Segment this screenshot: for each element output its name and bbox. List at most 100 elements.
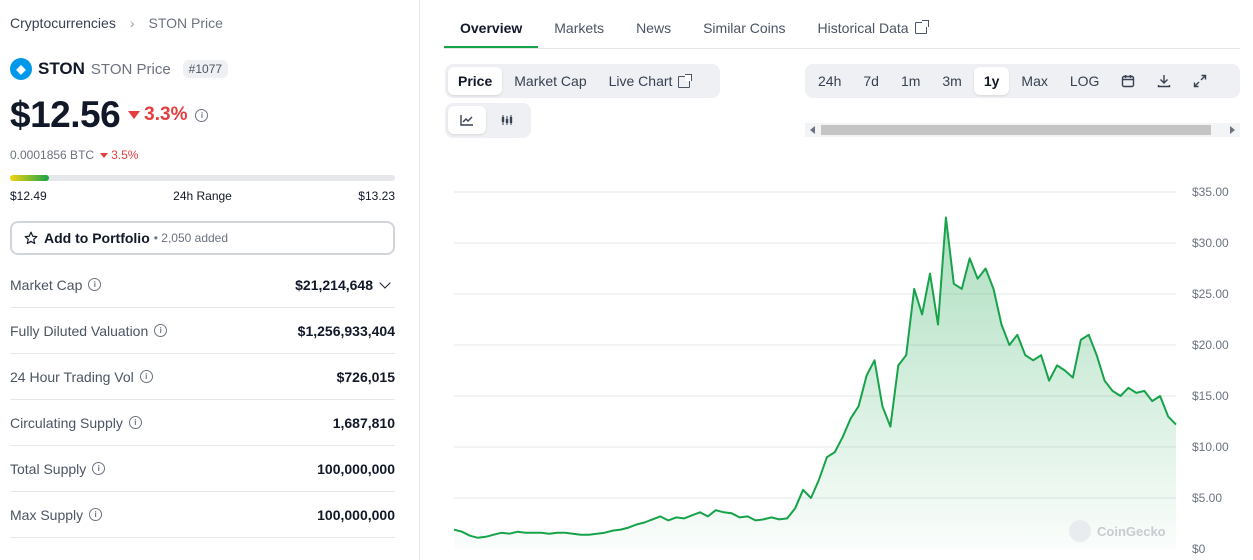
ston-logo-icon: ◆ <box>10 58 32 80</box>
scroll-left-arrow-icon[interactable] <box>810 126 815 134</box>
tab-overview[interactable]: Overview <box>444 10 539 48</box>
stat-value: $21,214,648 <box>295 276 373 293</box>
chevron-down-icon[interactable] <box>379 276 391 289</box>
stat-label: Market Cap <box>10 276 83 293</box>
range-1y-button[interactable]: 1y <box>973 67 1010 95</box>
stat-value: $726,015 <box>336 368 395 385</box>
tab-historical-data[interactable]: Historical Data <box>802 10 943 48</box>
price-row: $12.56 3.3% i <box>10 94 209 136</box>
down-arrow-icon <box>128 111 141 119</box>
price-area-fill <box>454 217 1176 549</box>
y-tick-label: $30.00 <box>1192 236 1229 250</box>
range-max-button[interactable]: Max <box>1011 67 1057 95</box>
range-label: 24h Range <box>173 189 232 203</box>
stat-row-volume: 24 Hour Trading Vol i $726,015 <box>10 354 395 400</box>
coin-symbol: STON <box>38 59 85 78</box>
coingecko-watermark: CoinGecko <box>1069 520 1166 542</box>
breadcrumb-root[interactable]: Cryptocurrencies <box>10 15 116 31</box>
y-tick-label: $25.00 <box>1192 287 1229 301</box>
stat-label: Max Supply <box>10 506 84 523</box>
calendar-icon <box>1122 75 1135 88</box>
range-24h-button[interactable]: 24h <box>808 67 851 95</box>
price-chart[interactable]: $0 $5.00 $10.00 $15.00 $20.00 $25.00 $30.00 $35… <box>454 180 1244 560</box>
price-change: 3.3% <box>128 104 187 126</box>
candlestick-chart-button[interactable] <box>488 106 526 134</box>
tab-news[interactable]: News <box>620 10 687 48</box>
btc-change: 3.5% <box>100 148 138 162</box>
stat-value: $1,256,933,404 <box>297 322 395 339</box>
rank-badge: #1077 <box>182 60 229 78</box>
range-7d-button[interactable]: 7d <box>853 67 889 95</box>
btc-price-row: 0.0001856 BTC 3.5% <box>10 148 138 162</box>
stat-value: 100,000,000 <box>317 460 395 477</box>
stat-label: Fully Diluted Valuation <box>10 322 149 339</box>
y-tick-label: $15.00 <box>1192 389 1229 403</box>
watermark-text: CoinGecko <box>1097 523 1166 539</box>
info-icon[interactable]: i <box>154 324 168 337</box>
stat-label: Total Supply <box>10 460 87 477</box>
external-link-icon <box>678 74 693 88</box>
live-chart-label: Live Chart <box>608 73 673 89</box>
tab-label: Historical Data <box>817 20 909 36</box>
stat-label: 24 Hour Trading Vol <box>10 368 134 385</box>
live-chart-button[interactable]: Live Chart <box>599 67 701 95</box>
market-cap-chart-button[interactable]: Market Cap <box>504 67 596 95</box>
current-price: $12.56 <box>10 94 121 135</box>
star-icon <box>24 231 38 245</box>
breadcrumb-separator-icon: › <box>129 15 135 31</box>
chart-range-scrollbar[interactable] <box>805 123 1240 137</box>
expand-icon <box>1194 74 1207 88</box>
time-range-toggle: 24h 7d 1m 3m 1y Max LOG <box>805 64 1240 98</box>
main-tabs: Overview Markets News Similar Coins Hist… <box>444 10 1240 49</box>
info-icon[interactable]: i <box>128 416 142 429</box>
external-link-icon <box>914 20 929 34</box>
price-change-value: 3.3% <box>144 104 188 125</box>
scrollbar-thumb[interactable] <box>821 125 1211 135</box>
y-tick-label: $20.00 <box>1192 338 1229 352</box>
24h-range-bar <box>10 175 395 181</box>
range-low: $12.49 <box>10 189 47 203</box>
scroll-right-arrow-icon[interactable] <box>1230 126 1235 134</box>
info-icon[interactable]: i <box>88 278 102 291</box>
stat-row-market-cap: Market Cap i $21,214,648 <box>10 262 395 308</box>
coin-subtitle: STON Price <box>90 60 171 78</box>
stat-row-total-supply: Total Supply i 100,000,000 <box>10 446 395 492</box>
tab-markets[interactable]: Markets <box>538 10 620 48</box>
range-bar-fill <box>10 175 49 181</box>
btc-price: 0.0001856 BTC <box>10 148 95 162</box>
tab-similar-coins[interactable]: Similar Coins <box>687 10 801 48</box>
download-icon <box>1158 75 1171 88</box>
add-to-portfolio-button[interactable]: Add to Portfolio • 2,050 added <box>10 221 395 255</box>
info-icon[interactable]: i <box>195 108 209 122</box>
range-high: $13.23 <box>358 189 395 203</box>
breadcrumb-current: STON Price <box>148 15 223 31</box>
stat-value: 1,687,810 <box>332 414 395 431</box>
download-button[interactable] <box>1147 67 1181 95</box>
stat-value: 100,000,000 <box>317 506 395 523</box>
stat-row-fdv: Fully Diluted Valuation i $1,256,933,404 <box>10 308 395 354</box>
chart-type-toggle: Price Market Cap Live Chart <box>445 64 720 98</box>
stat-row-max-supply: Max Supply i 100,000,000 <box>10 492 395 538</box>
info-icon[interactable]: i <box>139 370 153 383</box>
stats-table: Market Cap i $21,214,648 Fully Diluted Va… <box>10 262 395 538</box>
log-scale-button[interactable]: LOG <box>1060 67 1110 95</box>
stat-row-circulating-supply: Circulating Supply i 1,687,810 <box>10 400 395 446</box>
range-3m-button[interactable]: 3m <box>932 67 971 95</box>
coin-title: ◆ STON STON Price #1077 <box>10 58 229 80</box>
fullscreen-button[interactable] <box>1183 67 1217 95</box>
down-arrow-icon <box>100 152 109 158</box>
coin-summary-panel: Cryptocurrencies › STON Price ◆ STON STO… <box>0 0 420 560</box>
y-tick-label: $5.00 <box>1192 491 1222 505</box>
range-1m-button[interactable]: 1m <box>891 67 930 95</box>
info-icon[interactable]: i <box>92 462 106 475</box>
line-chart-button[interactable] <box>448 106 486 134</box>
y-tick-label: $10.00 <box>1192 440 1229 454</box>
portfolio-added-count: • 2,050 added <box>153 231 229 245</box>
calendar-button[interactable] <box>1111 67 1145 95</box>
portfolio-label: Add to Portfolio <box>44 230 150 246</box>
info-icon[interactable]: i <box>89 508 103 521</box>
line-chart-icon <box>460 115 473 126</box>
breadcrumb: Cryptocurrencies › STON Price <box>10 15 223 31</box>
candlestick-icon <box>501 115 513 125</box>
price-chart-button[interactable]: Price <box>448 67 503 95</box>
